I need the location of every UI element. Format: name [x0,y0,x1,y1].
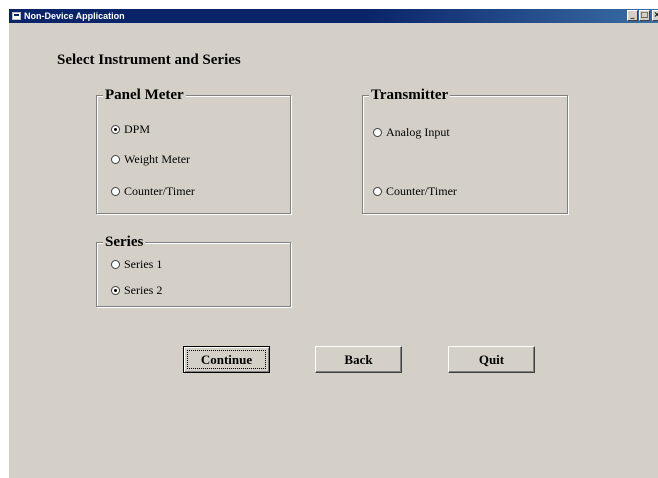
close-button[interactable]: × [652,10,658,21]
radio-transmitter-counter-timer-indicator[interactable] [373,187,382,196]
back-button-label: Back [344,352,373,367]
series-group: Series Series 1 Series 2 [96,234,291,307]
continue-button-label: Continue [200,352,253,367]
radio-analog-input[interactable]: Analog Input [373,125,450,140]
title-bar[interactable]: Non-Device Application _ □ × [9,9,658,23]
page-heading: Select Instrument and Series [57,52,241,68]
panel-meter-group: Panel Meter DPM Weight Meter Counter/Tim… [96,87,291,214]
radio-dpm[interactable]: DPM [111,122,150,137]
radio-panel-counter-timer-label: Counter/Timer [124,184,195,198]
radio-dpm-label: DPM [124,122,151,136]
radio-series-2-label: Series 2 [124,283,163,297]
radio-series-2-indicator[interactable] [111,286,120,295]
radio-weight-meter-label: Weight Meter [124,152,191,166]
quit-button[interactable]: Quit [448,346,535,373]
radio-analog-input-indicator[interactable] [373,128,382,137]
radio-series-1-indicator[interactable] [111,260,120,269]
radio-weight-meter-indicator[interactable] [111,155,120,164]
maximize-button[interactable]: □ [639,10,650,21]
window-title: Non-Device Application [24,11,125,21]
radio-panel-counter-timer[interactable]: Counter/Timer [111,184,195,199]
transmitter-legend: Transmitter [369,87,451,103]
radio-analog-input-label: Analog Input [386,125,450,139]
radio-panel-counter-timer-indicator[interactable] [111,187,120,196]
application-window: Non-Device Application _ □ × Select Inst… [8,9,658,478]
radio-transmitter-counter-timer-label: Counter/Timer [386,184,457,198]
radio-series-2[interactable]: Series 2 [111,283,162,298]
back-button[interactable]: Back [315,346,402,373]
minimize-button[interactable]: _ [627,10,638,21]
radio-weight-meter[interactable]: Weight Meter [111,152,190,167]
radio-series-1[interactable]: Series 1 [111,257,162,272]
radio-transmitter-counter-timer[interactable]: Counter/Timer [373,184,457,199]
transmitter-group: Transmitter Analog Input Counter/Timer [362,87,568,214]
quit-button-label: Quit [478,352,505,367]
series-legend: Series [103,234,146,250]
app-icon[interactable] [12,12,21,20]
continue-button[interactable]: Continue [183,346,270,373]
radio-series-1-label: Series 1 [124,257,163,271]
panel-meter-legend: Panel Meter [103,87,186,103]
radio-dpm-indicator[interactable] [111,125,120,134]
